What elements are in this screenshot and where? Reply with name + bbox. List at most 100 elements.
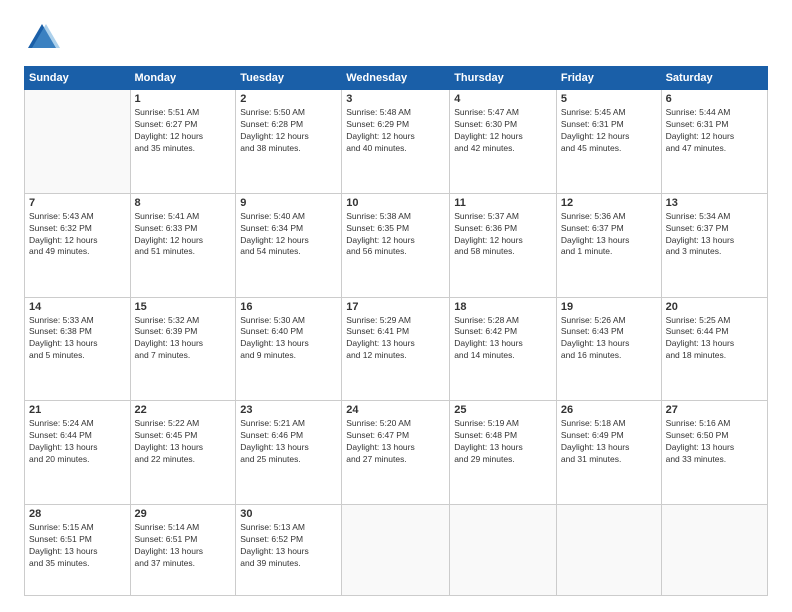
- day-info: Sunrise: 5:40 AM Sunset: 6:34 PM Dayligh…: [240, 211, 337, 259]
- calendar-cell: [450, 505, 557, 596]
- day-number: 21: [29, 404, 126, 416]
- calendar-cell: 28Sunrise: 5:15 AM Sunset: 6:51 PM Dayli…: [25, 505, 131, 596]
- calendar-cell: 26 Sunrise: 5:18 AM Sunset: 6:49 PM Dayli…: [556, 401, 661, 505]
- day-number: 20: [666, 301, 763, 313]
- day-info: Sunrise: 5:44 AM Sunset: 6:31 PM Dayligh…: [666, 107, 763, 155]
- calendar-cell: 14 Sunrise: 5:33 AM Sunset: 6:38 PM Dayli…: [25, 297, 131, 401]
- calendar-cell: 7 Sunrise: 5:43 AM Sunset: 6:32 PM Daylig…: [25, 193, 131, 297]
- calendar-cell: 22 Sunrise: 5:22 AM Sunset: 6:45 PM Dayli…: [130, 401, 236, 505]
- day-info: Sunrise: 5:51 AM Sunset: 6:27 PM Dayligh…: [135, 107, 232, 155]
- day-number: 6: [666, 93, 763, 105]
- day-number: 16: [240, 301, 337, 313]
- day-number: 27: [666, 404, 763, 416]
- page: Sunday Monday Tuesday Wednesday Thursday…: [0, 0, 792, 612]
- header-friday: Friday: [556, 67, 661, 90]
- day-info: Sunrise: 5:25 AM Sunset: 6:44 PM Dayligh…: [666, 315, 763, 363]
- day-info: Sunrise: 5:45 AM Sunset: 6:31 PM Dayligh…: [561, 107, 657, 155]
- calendar-cell: [661, 505, 767, 596]
- calendar-cell: 3 Sunrise: 5:48 AM Sunset: 6:29 PM Daylig…: [342, 90, 450, 194]
- calendar-cell: 2 Sunrise: 5:50 AM Sunset: 6:28 PM Daylig…: [236, 90, 342, 194]
- day-number: 25: [454, 404, 552, 416]
- day-info: Sunrise: 5:32 AM Sunset: 6:39 PM Dayligh…: [135, 315, 232, 363]
- day-number: 23: [240, 404, 337, 416]
- calendar-cell: 9 Sunrise: 5:40 AM Sunset: 6:34 PM Daylig…: [236, 193, 342, 297]
- day-number: 17: [346, 301, 445, 313]
- day-info: Sunrise: 5:20 AM Sunset: 6:47 PM Dayligh…: [346, 418, 445, 466]
- day-number: 10: [346, 197, 445, 209]
- day-info: Sunrise: 5:33 AM Sunset: 6:38 PM Dayligh…: [29, 315, 126, 363]
- day-info: Sunrise: 5:50 AM Sunset: 6:28 PM Dayligh…: [240, 107, 337, 155]
- header-saturday: Saturday: [661, 67, 767, 90]
- day-info: Sunrise: 5:21 AM Sunset: 6:46 PM Dayligh…: [240, 418, 337, 466]
- day-info: Sunrise: 5:16 AM Sunset: 6:50 PM Dayligh…: [666, 418, 763, 466]
- day-info: Sunrise: 5:14 AM Sunset: 6:51 PM Dayligh…: [135, 522, 232, 570]
- day-number: 24: [346, 404, 445, 416]
- day-info: Sunrise: 5:41 AM Sunset: 6:33 PM Dayligh…: [135, 211, 232, 259]
- day-info: Sunrise: 5:18 AM Sunset: 6:49 PM Dayligh…: [561, 418, 657, 466]
- day-number: 30: [240, 508, 337, 520]
- day-info: Sunrise: 5:38 AM Sunset: 6:35 PM Dayligh…: [346, 211, 445, 259]
- calendar-cell: 24 Sunrise: 5:20 AM Sunset: 6:47 PM Dayli…: [342, 401, 450, 505]
- day-number: 14: [29, 301, 126, 313]
- header-wednesday: Wednesday: [342, 67, 450, 90]
- header-sunday: Sunday: [25, 67, 131, 90]
- logo-icon: [24, 20, 60, 56]
- calendar-cell: 20 Sunrise: 5:25 AM Sunset: 6:44 PM Dayli…: [661, 297, 767, 401]
- day-number: 26: [561, 404, 657, 416]
- day-number: 13: [666, 197, 763, 209]
- calendar-cell: [556, 505, 661, 596]
- day-info: Sunrise: 5:30 AM Sunset: 6:40 PM Dayligh…: [240, 315, 337, 363]
- header-monday: Monday: [130, 67, 236, 90]
- calendar-cell: 8 Sunrise: 5:41 AM Sunset: 6:33 PM Daylig…: [130, 193, 236, 297]
- day-info: Sunrise: 5:34 AM Sunset: 6:37 PM Dayligh…: [666, 211, 763, 259]
- calendar-cell: [342, 505, 450, 596]
- day-info: Sunrise: 5:36 AM Sunset: 6:37 PM Dayligh…: [561, 211, 657, 259]
- calendar-cell: 15 Sunrise: 5:32 AM Sunset: 6:39 PM Dayli…: [130, 297, 236, 401]
- day-info: Sunrise: 5:22 AM Sunset: 6:45 PM Dayligh…: [135, 418, 232, 466]
- day-number: 2: [240, 93, 337, 105]
- day-info: Sunrise: 5:47 AM Sunset: 6:30 PM Dayligh…: [454, 107, 552, 155]
- header-tuesday: Tuesday: [236, 67, 342, 90]
- day-number: 22: [135, 404, 232, 416]
- day-number: 12: [561, 197, 657, 209]
- day-info: Sunrise: 5:43 AM Sunset: 6:32 PM Dayligh…: [29, 211, 126, 259]
- day-number: 8: [135, 197, 232, 209]
- day-number: 5: [561, 93, 657, 105]
- day-info: Sunrise: 5:19 AM Sunset: 6:48 PM Dayligh…: [454, 418, 552, 466]
- day-number: 11: [454, 197, 552, 209]
- day-info: Sunrise: 5:48 AM Sunset: 6:29 PM Dayligh…: [346, 107, 445, 155]
- calendar-cell: 10 Sunrise: 5:38 AM Sunset: 6:35 PM Dayli…: [342, 193, 450, 297]
- calendar-cell: 5 Sunrise: 5:45 AM Sunset: 6:31 PM Daylig…: [556, 90, 661, 194]
- calendar-cell: 6 Sunrise: 5:44 AM Sunset: 6:31 PM Daylig…: [661, 90, 767, 194]
- calendar-cell: 25 Sunrise: 5:19 AM Sunset: 6:48 PM Dayli…: [450, 401, 557, 505]
- calendar-cell: 18 Sunrise: 5:28 AM Sunset: 6:42 PM Dayli…: [450, 297, 557, 401]
- calendar-cell: 29 Sunrise: 5:14 AM Sunset: 6:51 PM Dayli…: [130, 505, 236, 596]
- day-info: Sunrise: 5:24 AM Sunset: 6:44 PM Dayligh…: [29, 418, 126, 466]
- calendar-cell: 21 Sunrise: 5:24 AM Sunset: 6:44 PM Dayli…: [25, 401, 131, 505]
- calendar-table: Sunday Monday Tuesday Wednesday Thursday…: [24, 66, 768, 596]
- calendar-cell: [25, 90, 131, 194]
- calendar-cell: 30Sunrise: 5:13 AM Sunset: 6:52 PM Dayli…: [236, 505, 342, 596]
- day-info: Sunrise: 5:28 AM Sunset: 6:42 PM Dayligh…: [454, 315, 552, 363]
- calendar-cell: 23 Sunrise: 5:21 AM Sunset: 6:46 PM Dayli…: [236, 401, 342, 505]
- calendar-cell: 11 Sunrise: 5:37 AM Sunset: 6:36 PM Dayli…: [450, 193, 557, 297]
- day-number: 9: [240, 197, 337, 209]
- header: [24, 20, 768, 56]
- day-number: 1: [135, 93, 232, 105]
- calendar-cell: 17 Sunrise: 5:29 AM Sunset: 6:41 PM Dayli…: [342, 297, 450, 401]
- day-number: 7: [29, 197, 126, 209]
- day-number: 18: [454, 301, 552, 313]
- calendar-cell: 19Sunrise: 5:26 AM Sunset: 6:43 PM Dayli…: [556, 297, 661, 401]
- day-info: Sunrise: 5:26 AM Sunset: 6:43 PM Dayligh…: [561, 315, 657, 363]
- calendar-cell: 4Sunrise: 5:47 AM Sunset: 6:30 PM Daylig…: [450, 90, 557, 194]
- day-info: Sunrise: 5:29 AM Sunset: 6:41 PM Dayligh…: [346, 315, 445, 363]
- day-number: 28: [29, 508, 126, 520]
- day-number: 29: [135, 508, 232, 520]
- calendar-cell: 16 Sunrise: 5:30 AM Sunset: 6:40 PM Dayli…: [236, 297, 342, 401]
- calendar-header-row: Sunday Monday Tuesday Wednesday Thursday…: [25, 67, 768, 90]
- day-info: Sunrise: 5:37 AM Sunset: 6:36 PM Dayligh…: [454, 211, 552, 259]
- header-thursday: Thursday: [450, 67, 557, 90]
- day-number: 3: [346, 93, 445, 105]
- calendar-cell: 12 Sunrise: 5:36 AM Sunset: 6:37 PM Dayli…: [556, 193, 661, 297]
- day-number: 15: [135, 301, 232, 313]
